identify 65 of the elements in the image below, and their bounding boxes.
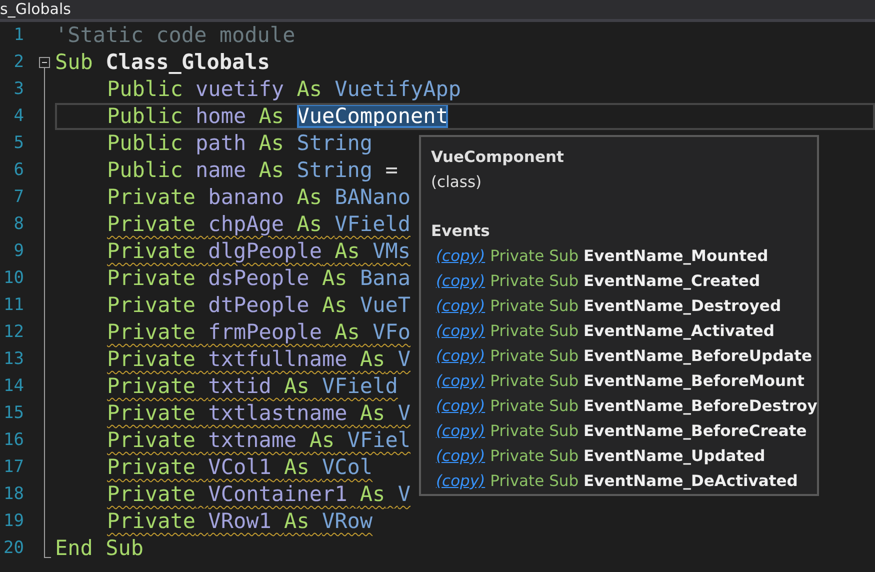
copy-link[interactable]: (copy) bbox=[436, 344, 486, 369]
copy-link[interactable]: (copy) bbox=[436, 444, 486, 469]
code-line: Private txtlastname As V bbox=[107, 401, 411, 425]
event-signature: Private Sub EventName_BeforeDestroy bbox=[490, 396, 818, 417]
code-line: Private VRow1 As VRow bbox=[107, 509, 373, 533]
copy-link[interactable]: (copy) bbox=[436, 394, 486, 419]
line-number: 9 bbox=[12, 240, 24, 263]
tooltip-subtitle: (class) bbox=[431, 172, 483, 193]
code-line: Sub Class_Globals bbox=[55, 50, 270, 74]
collapse-icon[interactable] bbox=[39, 57, 50, 68]
line-number: 11 bbox=[2, 294, 24, 317]
copy-link[interactable]: (copy) bbox=[436, 294, 486, 319]
event-signature: Private Sub EventName_BeforeCreate bbox=[490, 421, 807, 442]
copy-link[interactable]: (copy) bbox=[436, 269, 486, 294]
event-signature: Private Sub EventName_BeforeMount bbox=[490, 371, 804, 392]
line-number: 16 bbox=[2, 429, 24, 452]
line-number: 3 bbox=[12, 78, 24, 101]
code-line: End Sub bbox=[55, 536, 144, 560]
code-line: Public vuetify As VuetifyApp bbox=[107, 77, 462, 101]
line-number: 14 bbox=[2, 375, 24, 398]
code-line: Private txtid As VField bbox=[107, 374, 398, 398]
code-line: Private dtPeople As VueT bbox=[107, 293, 411, 317]
copy-link[interactable]: (copy) bbox=[436, 244, 486, 269]
event-signature: Private Sub EventName_Activated bbox=[490, 321, 775, 342]
code-line: Private chpAge As VField bbox=[107, 212, 410, 236]
line-number: 8 bbox=[12, 213, 24, 236]
code-line: Private dlgPeople As VMs bbox=[107, 239, 411, 263]
line-number: 6 bbox=[12, 159, 24, 182]
event-signature: Private Sub EventName_Mounted bbox=[490, 246, 768, 267]
code-line: Private VCol1 As VCol bbox=[107, 455, 373, 479]
code-line: Private frmPeople As VFo bbox=[107, 320, 411, 344]
line-number: 18 bbox=[2, 483, 24, 506]
section-heading: Events bbox=[431, 221, 491, 242]
event-signature: Private Sub EventName_DeActivated bbox=[490, 471, 798, 492]
line-number: 10 bbox=[2, 267, 24, 290]
line-number: 17 bbox=[2, 456, 24, 479]
copy-link[interactable]: (copy) bbox=[436, 469, 486, 494]
code-line: Private banano As BANano bbox=[107, 185, 410, 209]
copy-link[interactable]: (copy) bbox=[436, 369, 486, 394]
line-number: 7 bbox=[12, 186, 24, 209]
copy-link[interactable]: (copy) bbox=[436, 319, 486, 344]
code-line: Public name As String = bbox=[107, 158, 398, 182]
code-line: Private txtname As VFiel bbox=[107, 428, 411, 452]
line-number: 4 bbox=[12, 105, 24, 128]
line-number: 2 bbox=[12, 51, 24, 74]
event-signature: Private Sub EventName_BeforeUpdate bbox=[490, 346, 812, 367]
code-line: Public home As VueComponent bbox=[107, 104, 448, 128]
code-line: Public path As String bbox=[107, 131, 373, 155]
copy-link[interactable]: (copy) bbox=[436, 419, 486, 444]
line-number: 12 bbox=[2, 321, 24, 344]
line-number: 20 bbox=[2, 537, 24, 560]
line-number: 5 bbox=[12, 132, 24, 155]
code-line: Private VContainer1 As V bbox=[107, 482, 411, 506]
code-line: Private dsPeople As Bana bbox=[107, 266, 411, 290]
event-signature: Private Sub EventName_Destroyed bbox=[490, 296, 782, 317]
line-number: 1 bbox=[12, 24, 24, 47]
code-line: Private txtfullname As V bbox=[107, 347, 411, 371]
event-signature: Private Sub EventName_Updated bbox=[490, 446, 766, 467]
tab-title[interactable]: s_Globals bbox=[0, 0, 71, 19]
line-number: 13 bbox=[2, 348, 24, 371]
line-number: 15 bbox=[2, 402, 24, 425]
code-line: 'Static code module bbox=[55, 23, 296, 47]
tooltip-title: VueComponent bbox=[431, 147, 565, 168]
line-number: 19 bbox=[2, 510, 24, 533]
event-signature: Private Sub EventName_Created bbox=[490, 271, 760, 292]
